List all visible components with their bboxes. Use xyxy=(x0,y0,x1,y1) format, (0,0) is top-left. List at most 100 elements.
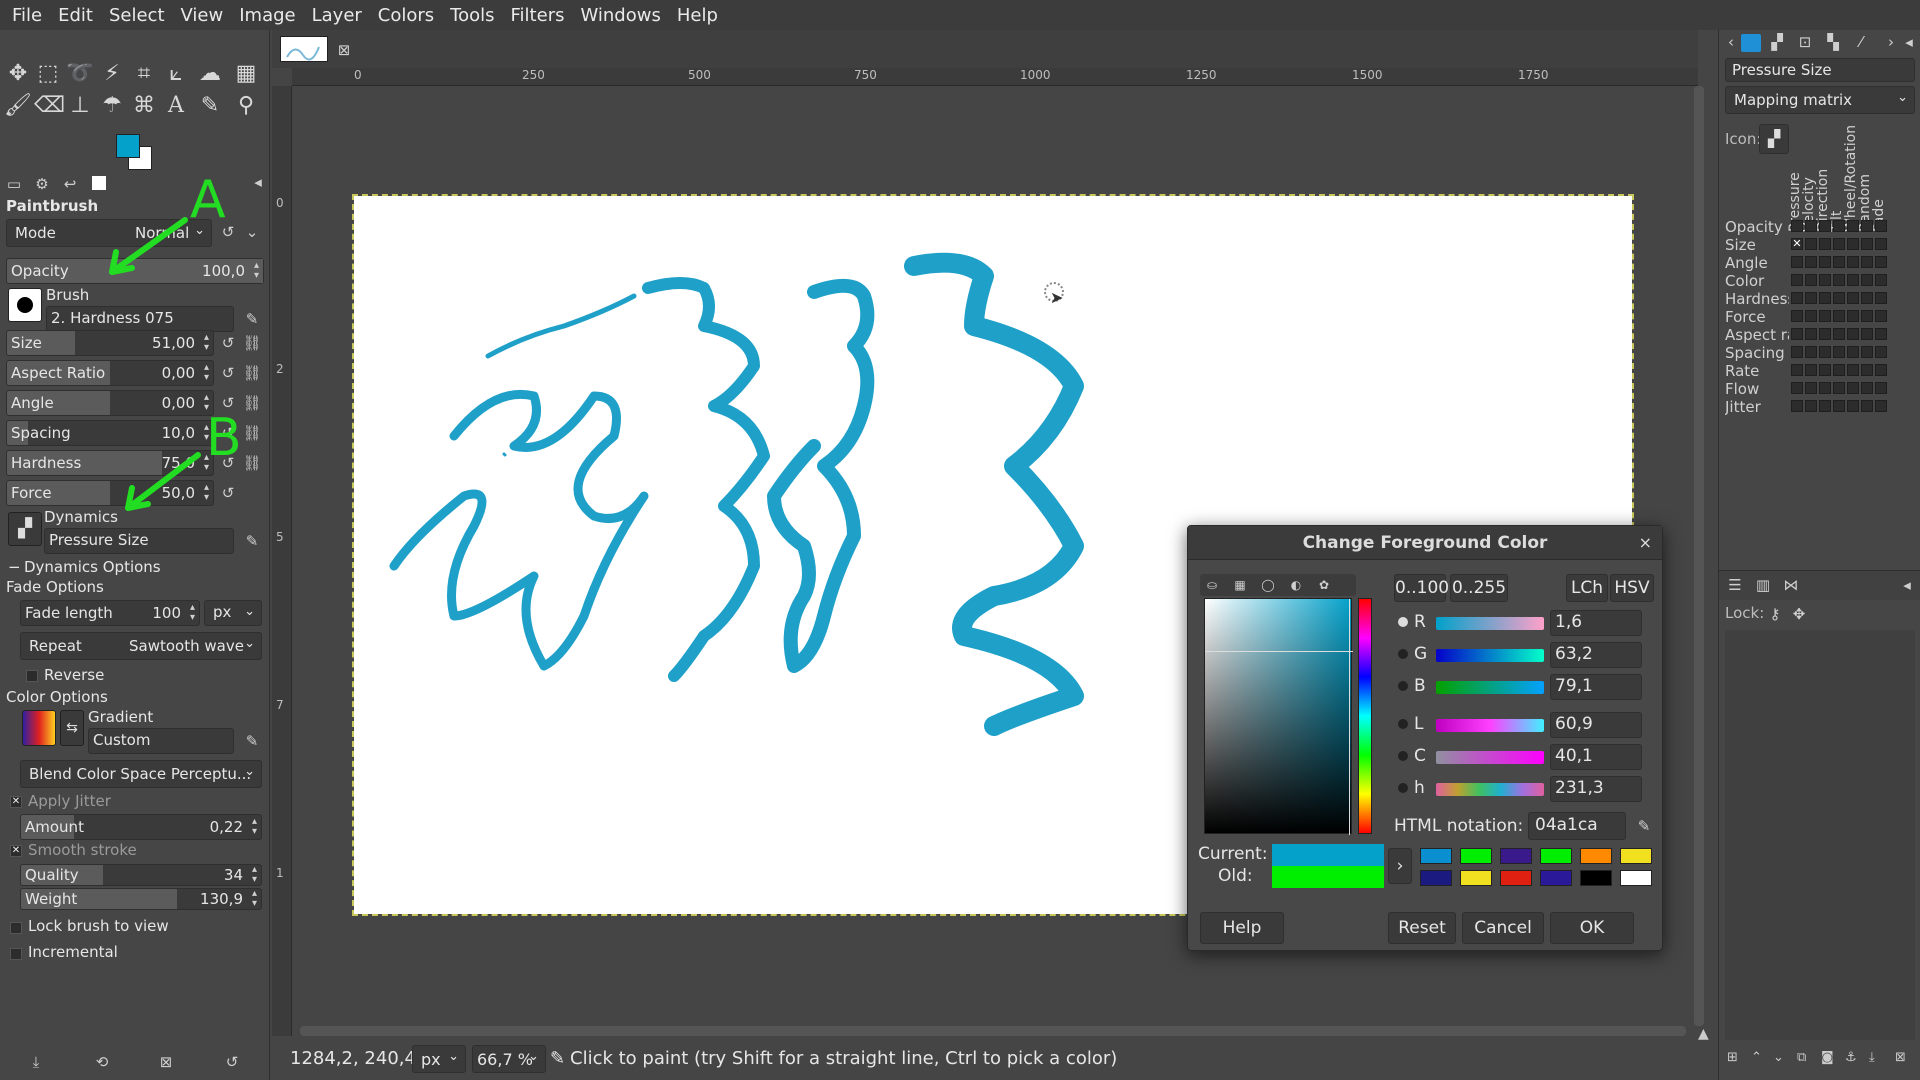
range-255-button[interactable]: 0..255 xyxy=(1450,574,1508,602)
matrix-cell[interactable] xyxy=(1861,256,1873,268)
matrix-cell[interactable] xyxy=(1875,292,1887,304)
matrix-cell[interactable] xyxy=(1861,238,1873,250)
matrix-cell[interactable]: ✕ xyxy=(1791,238,1803,250)
matrix-cell[interactable] xyxy=(1875,256,1887,268)
channel-radio[interactable] xyxy=(1398,783,1408,793)
mapping-combo[interactable]: Mapping matrix ⌄ xyxy=(1725,86,1915,114)
edit-gradient-icon[interactable]: ✎ xyxy=(242,731,262,751)
fuzzy-select-tool-icon[interactable]: ⚡ xyxy=(98,60,126,88)
warp-tool-icon[interactable]: ☁ xyxy=(196,60,224,88)
channel-l[interactable]: L 60,9 xyxy=(1398,712,1652,738)
matrix-cell[interactable] xyxy=(1875,274,1887,286)
channel-bar[interactable] xyxy=(1436,783,1544,796)
hsv-button[interactable]: HSV xyxy=(1610,574,1654,602)
matrix-cell[interactable] xyxy=(1861,364,1873,376)
matrix-cell[interactable] xyxy=(1847,238,1859,250)
reset-options-icon[interactable]: ↺ xyxy=(222,1052,242,1072)
matrix-cell[interactable] xyxy=(1833,256,1845,268)
bucket-fill-tool-icon[interactable]: ▦ xyxy=(232,60,260,88)
gradient-preview[interactable] xyxy=(22,710,56,746)
color-plane[interactable] xyxy=(1204,598,1353,835)
dynamics-tab-icon[interactable] xyxy=(1741,34,1761,52)
menu-image[interactable]: Image xyxy=(231,5,303,26)
menu-filters[interactable]: Filters xyxy=(503,5,573,26)
channel-radio[interactable] xyxy=(1398,719,1408,729)
matrix-cell[interactable] xyxy=(1805,346,1817,358)
matrix-cell[interactable] xyxy=(1861,292,1873,304)
channel-value[interactable]: 1,6 xyxy=(1550,610,1642,636)
dynamics-name-input[interactable]: Pressure Size xyxy=(1725,58,1915,82)
channel-b[interactable]: B 79,1 xyxy=(1398,674,1652,700)
horizontal-scrollbar[interactable] xyxy=(300,1026,1686,1036)
history-swatch[interactable] xyxy=(1540,870,1572,886)
matrix-cell[interactable] xyxy=(1833,364,1845,376)
channel-radio[interactable] xyxy=(1398,751,1408,761)
device-status-tab-icon[interactable]: ⚙ xyxy=(32,174,52,194)
image-tab-thumbnail[interactable] xyxy=(280,36,328,62)
layers-list[interactable] xyxy=(1725,630,1915,1040)
menu-tools[interactable]: Tools xyxy=(442,5,502,26)
zoom-tool-icon[interactable]: ⚲ xyxy=(232,92,260,120)
apply-jitter-checkbox[interactable]: ✕ xyxy=(10,796,22,808)
lower-layer-icon[interactable]: ⌄ xyxy=(1773,1050,1784,1065)
history-swatch[interactable] xyxy=(1460,870,1492,886)
matrix-cell[interactable] xyxy=(1875,310,1887,322)
foreground-color-swatch[interactable] xyxy=(116,134,140,158)
matrix-cell[interactable] xyxy=(1847,328,1859,340)
channel-h[interactable]: h 231,3 xyxy=(1398,776,1652,802)
matrix-cell[interactable] xyxy=(1875,364,1887,376)
brushes-tab-icon[interactable]: ▞ xyxy=(1767,32,1787,52)
matrix-cell[interactable] xyxy=(1805,274,1817,286)
undo-history-tab-icon[interactable]: ↩ xyxy=(60,174,80,194)
dock-menu-icon[interactable]: ◂ xyxy=(1897,575,1917,595)
menu-colors[interactable]: Colors xyxy=(370,5,442,26)
menu-edit[interactable]: Edit xyxy=(50,5,101,26)
paths-tab-icon[interactable]: ⋈ xyxy=(1781,575,1801,595)
gradient-name-field[interactable]: Custom xyxy=(88,728,234,754)
matrix-cell[interactable] xyxy=(1847,256,1859,268)
channel-bar[interactable] xyxy=(1436,649,1544,662)
mask-icon[interactable]: ◙ xyxy=(1821,1050,1834,1065)
weight-slider[interactable]: Weight 130,9 ▴ ▾ xyxy=(20,888,262,910)
eraser-tool-icon[interactable]: ⌫ xyxy=(34,92,65,120)
matrix-cell[interactable] xyxy=(1861,220,1873,232)
tool-options-tab-icon[interactable]: ▭ xyxy=(4,174,24,194)
clone-tool-icon[interactable]: ⊥ xyxy=(66,92,94,120)
lasso-tool-icon[interactable]: ➰ xyxy=(66,60,94,88)
history-swatch[interactable] xyxy=(1420,848,1452,864)
reset-button[interactable]: Reset xyxy=(1388,912,1456,944)
matrix-cell[interactable] xyxy=(1875,382,1887,394)
matrix-cell[interactable] xyxy=(1819,310,1831,322)
layers-tab-icon[interactable]: ☰ xyxy=(1725,575,1745,595)
delete-layer-icon[interactable]: ⊠ xyxy=(1895,1050,1906,1065)
add-to-history-button[interactable]: › xyxy=(1388,848,1412,884)
close-icon[interactable]: × xyxy=(1639,533,1652,552)
matrix-cell[interactable] xyxy=(1805,382,1817,394)
menu-file[interactable]: File xyxy=(4,5,50,26)
close-tab-icon[interactable]: ⊠ xyxy=(334,40,354,60)
dynamics-icon-button[interactable]: ▞ xyxy=(1759,124,1789,154)
channel-bar[interactable] xyxy=(1436,681,1544,694)
matrix-cell[interactable] xyxy=(1861,382,1873,394)
history-swatch[interactable] xyxy=(1500,848,1532,864)
duplicate-layer-icon[interactable]: ⧉ xyxy=(1797,1050,1806,1065)
menu-windows[interactable]: Windows xyxy=(572,5,668,26)
zoom-combo[interactable]: 66,7 % ⌄ xyxy=(472,1045,546,1073)
matrix-cell[interactable] xyxy=(1819,346,1831,358)
history-swatch[interactable] xyxy=(1540,848,1572,864)
channel-g[interactable]: G 63,2 xyxy=(1398,642,1652,668)
menu-help[interactable]: Help xyxy=(669,5,726,26)
matrix-cell[interactable] xyxy=(1847,220,1859,232)
matrix-cell[interactable] xyxy=(1833,220,1845,232)
matrix-cell[interactable] xyxy=(1861,328,1873,340)
matrix-cell[interactable] xyxy=(1847,382,1859,394)
restore-preset-icon[interactable]: ⟲ xyxy=(92,1052,112,1072)
channel-radio[interactable] xyxy=(1398,649,1408,659)
channel-value[interactable]: 79,1 xyxy=(1550,674,1642,700)
chevron-left-icon[interactable]: ‹ xyxy=(1721,32,1741,52)
matrix-cell[interactable] xyxy=(1791,328,1803,340)
lock-position-icon[interactable]: ✥ xyxy=(1789,604,1809,624)
matrix-cell[interactable] xyxy=(1875,238,1887,250)
reverse-gradient-icon[interactable]: ⇆ xyxy=(60,710,84,746)
matrix-cell[interactable] xyxy=(1805,220,1817,232)
